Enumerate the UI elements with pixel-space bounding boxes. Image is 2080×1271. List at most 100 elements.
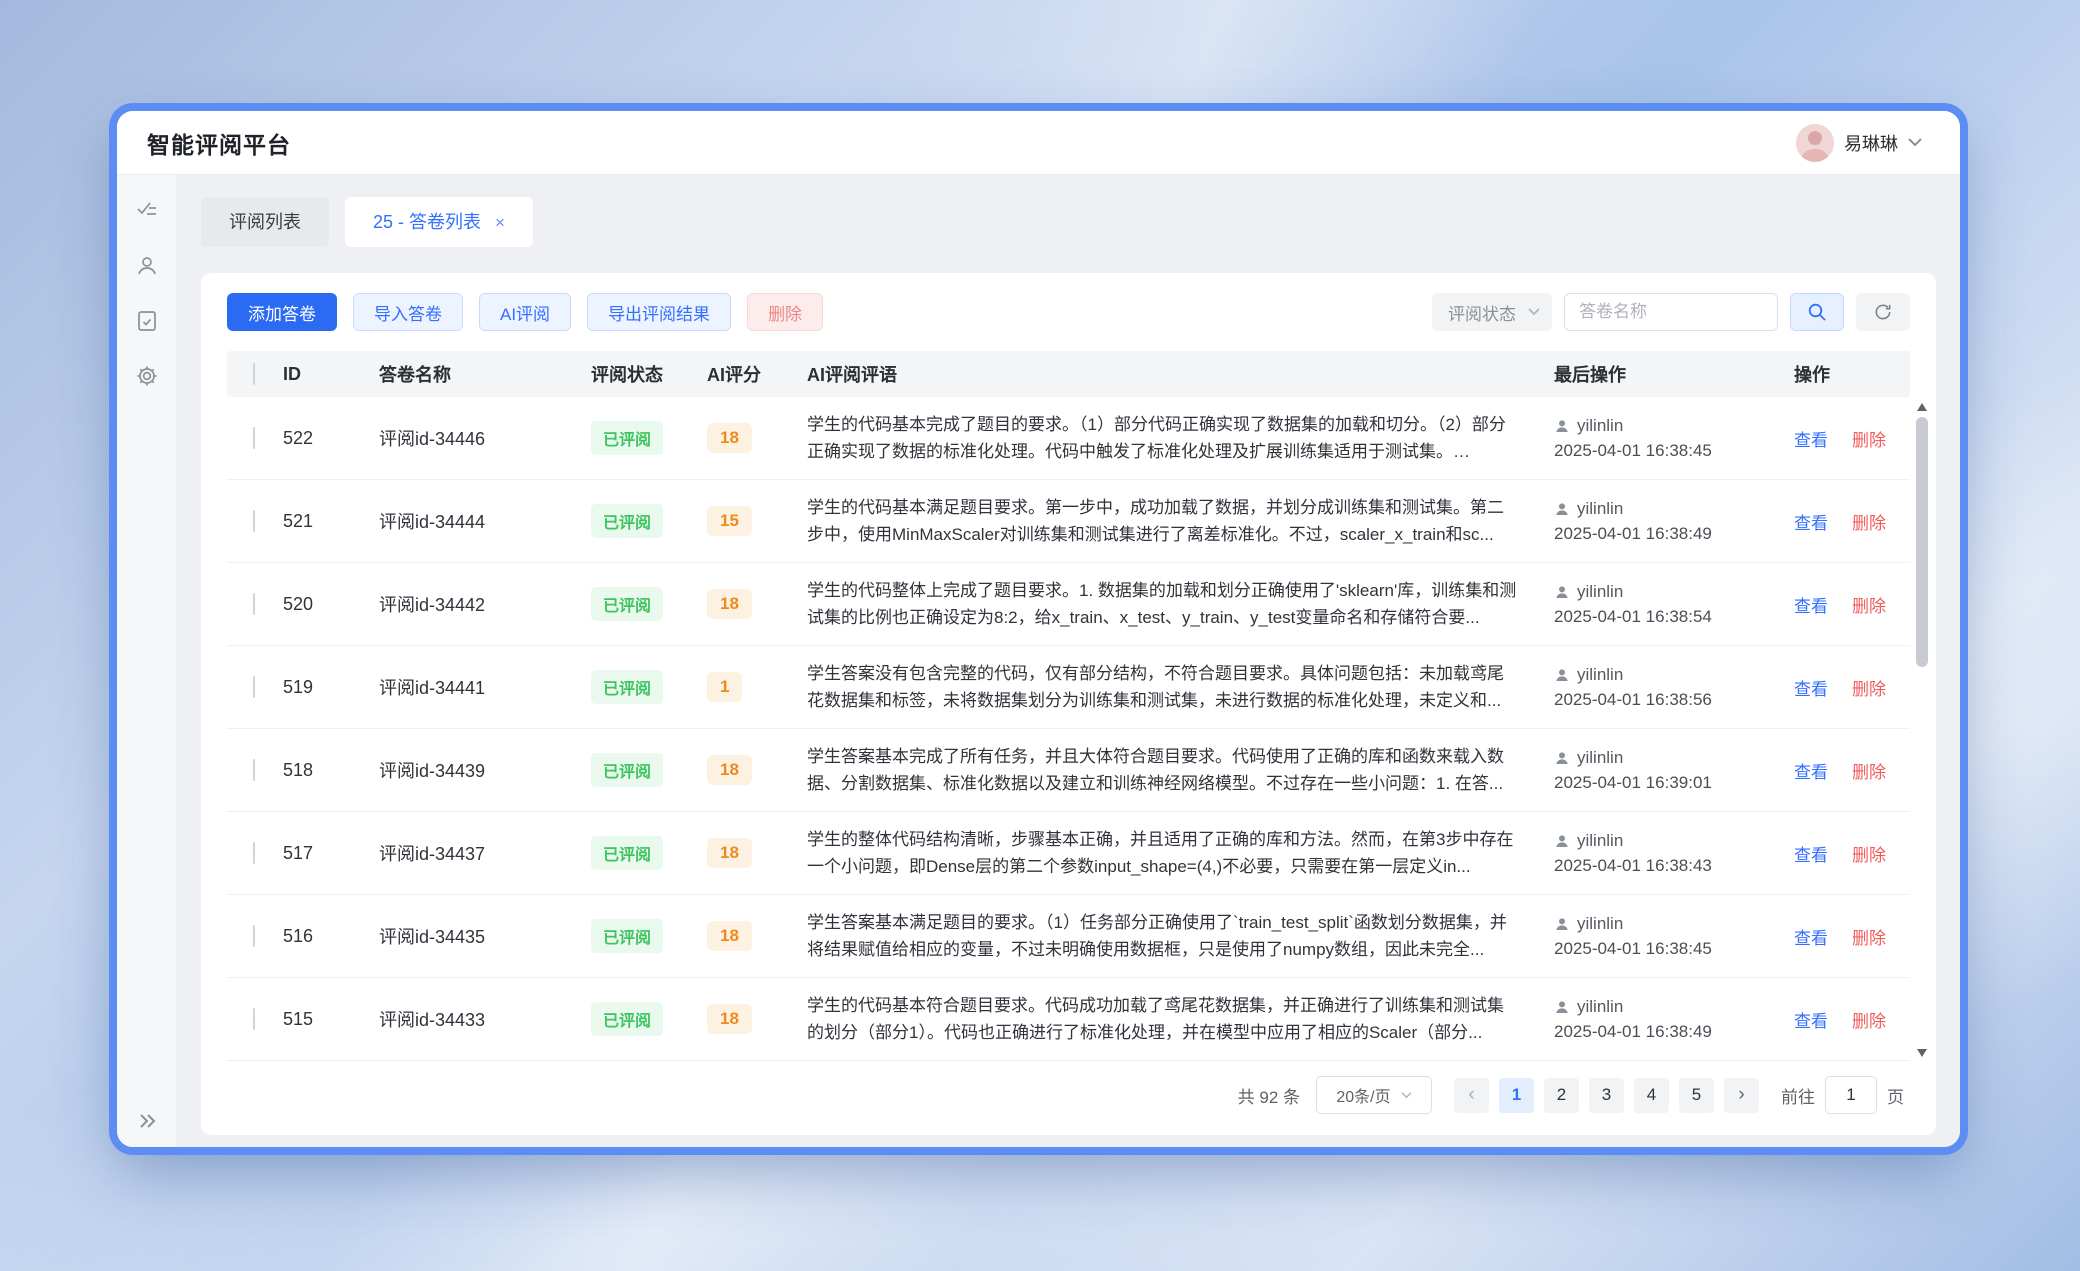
score-badge: 18 [707,838,752,868]
page-size-select[interactable]: 20条/页 [1316,1076,1432,1114]
row-comment: 学生的代码基本完成了题目的要求。（1）部分代码正确实现了数据集的加载和切分。（2… [807,411,1554,465]
toolbar: 添加答卷 导入答卷 AI评阅 导出评阅结果 删除 评阅状态 [201,273,1936,351]
scroll-down-arrow-icon[interactable] [1917,1049,1927,1057]
sidebar-expand-icon[interactable] [138,1113,156,1129]
next-page-button[interactable]: › [1724,1078,1759,1113]
row-name: 评阅id-34446 [379,425,591,451]
row-checkbox[interactable] [253,1008,255,1030]
review-status-select[interactable]: 评阅状态 [1432,293,1552,331]
score-badge: 18 [707,755,752,785]
row-comment: 学生的代码基本满足题目要求。第一步中，成功加载了数据，并划分成训练集和测试集。第… [807,494,1554,548]
row-operator: yilinlin [1577,416,1623,436]
delete-link[interactable]: 删除 [1852,841,1886,866]
user-icon[interactable] [135,254,159,278]
ai-review-button[interactable]: AI评阅 [479,293,571,331]
prev-page-button[interactable]: ‹ [1454,1078,1489,1113]
page-button-1[interactable]: 1 [1499,1078,1534,1113]
view-link[interactable]: 查看 [1794,675,1828,700]
status-badge: 已评阅 [591,504,663,538]
document-check-icon[interactable] [135,309,159,333]
status-badge: 已评阅 [591,919,663,953]
delete-link[interactable]: 删除 [1852,924,1886,949]
row-time: 2025-04-01 16:38:45 [1554,939,1794,959]
scroll-up-arrow-icon[interactable] [1917,403,1927,411]
row-id: 518 [283,760,379,781]
app-title: 智能评阅平台 [147,126,291,160]
page-button-2[interactable]: 2 [1544,1078,1579,1113]
col-header-id: ID [283,364,379,385]
col-header-comment: AI评阅评语 [807,361,1554,387]
row-checkbox[interactable] [253,842,255,864]
pager: ‹ 12345 › [1454,1078,1759,1113]
import-answer-button[interactable]: 导入答卷 [353,293,463,331]
tab-bar: 评阅列表 25 - 答卷列表 × [201,197,1936,247]
delete-link[interactable]: 删除 [1852,758,1886,783]
view-link[interactable]: 查看 [1794,1007,1828,1032]
view-link[interactable]: 查看 [1794,758,1828,783]
row-name: 评阅id-34444 [379,508,591,534]
chevron-down-icon [1908,138,1922,147]
row-comment: 学生的代码基本符合题目要求。代码成功加载了鸢尾花数据集，并正确进行了训练集和测试… [807,992,1554,1046]
pagination-bar: 共 92 条 20条/页 ‹ 12345 › 前往 页 [201,1063,1936,1135]
row-checkbox[interactable] [253,427,255,449]
row-checkbox[interactable] [253,759,255,781]
row-checkbox[interactable] [253,925,255,947]
operator-user-icon [1554,750,1570,766]
tab-review-list[interactable]: 评阅列表 [201,197,329,247]
delete-link[interactable]: 删除 [1852,1007,1886,1032]
view-link[interactable]: 查看 [1794,924,1828,949]
page-button-3[interactable]: 3 [1589,1078,1624,1113]
col-header-name: 答卷名称 [379,361,591,387]
status-badge: 已评阅 [591,670,663,704]
table-row: 516 评阅id-34435 已评阅 18 学生答案基本满足题目的要求。（1）任… [227,895,1910,978]
delete-link[interactable]: 删除 [1852,592,1886,617]
table-scrollbar[interactable] [1916,403,1928,1057]
select-all-checkbox[interactable] [253,363,255,385]
avatar[interactable] [1796,124,1834,162]
delete-link[interactable]: 删除 [1852,426,1886,451]
operator-user-icon [1554,418,1570,434]
row-checkbox[interactable] [253,676,255,698]
col-header-score: AI评分 [707,361,807,387]
page-button-4[interactable]: 4 [1634,1078,1669,1113]
refresh-button[interactable] [1856,293,1910,331]
add-answer-button[interactable]: 添加答卷 [227,293,337,331]
delete-link[interactable]: 删除 [1852,509,1886,534]
delete-link[interactable]: 删除 [1852,675,1886,700]
operator-user-icon [1554,501,1570,517]
page-button-5[interactable]: 5 [1679,1078,1714,1113]
review-checklist-icon[interactable] [135,199,159,223]
user-menu[interactable]: 易琳琳 [1796,124,1922,162]
delete-button[interactable]: 删除 [747,293,823,331]
row-operator: yilinlin [1577,914,1623,934]
chevron-down-icon [1401,1092,1412,1099]
row-operator: yilinlin [1577,499,1623,519]
view-link[interactable]: 查看 [1794,509,1828,534]
row-name: 评阅id-34441 [379,674,591,700]
scrollbar-thumb[interactable] [1916,417,1928,667]
row-comment: 学生答案基本满足题目的要求。（1）任务部分正确使用了`train_test_sp… [807,909,1554,963]
chevron-down-icon [1528,308,1540,316]
row-checkbox[interactable] [253,510,255,532]
view-link[interactable]: 查看 [1794,426,1828,451]
goto-label: 前往 [1781,1083,1815,1108]
operator-user-icon [1554,999,1570,1015]
view-link[interactable]: 查看 [1794,592,1828,617]
view-link[interactable]: 查看 [1794,841,1828,866]
row-id: 515 [283,1009,379,1030]
status-badge: 已评阅 [591,753,663,787]
row-comment: 学生答案基本完成了所有任务，并且大体符合题目要求。代码使用了正确的库和函数来载入… [807,743,1554,797]
tab-answer-list[interactable]: 25 - 答卷列表 × [345,197,533,247]
row-time: 2025-04-01 16:38:49 [1554,524,1794,544]
export-results-button[interactable]: 导出评阅结果 [587,293,731,331]
row-id: 520 [283,594,379,615]
search-button[interactable] [1790,293,1844,331]
answer-name-input[interactable] [1564,293,1778,331]
score-badge: 1 [707,672,742,702]
row-checkbox[interactable] [253,593,255,615]
operator-user-icon [1554,584,1570,600]
goto-unit: 页 [1887,1083,1904,1108]
tab-close-icon[interactable]: × [495,214,505,231]
settings-gear-icon[interactable] [135,364,159,388]
goto-page-input[interactable] [1825,1076,1877,1114]
